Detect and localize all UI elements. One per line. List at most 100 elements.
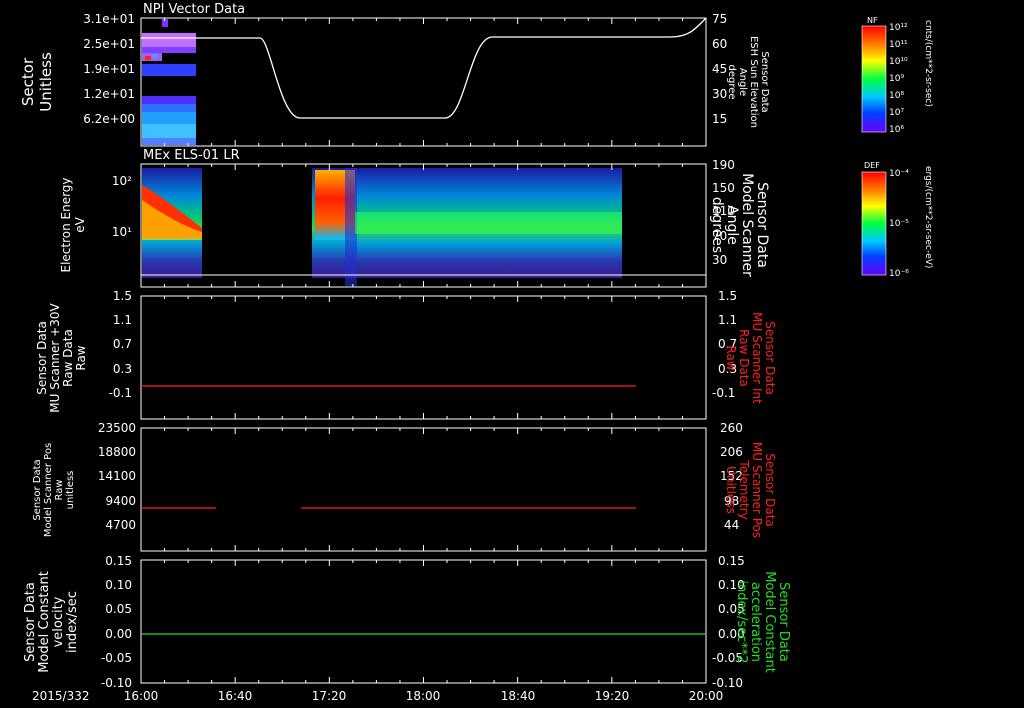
y2-tick-label: 206: [720, 445, 743, 459]
npi-heatmap-cell: [142, 124, 196, 138]
npi-heatmap-cell: [142, 33, 196, 47]
panel-1-y2ticks: 75 60 45 30 15: [712, 12, 727, 126]
panel-5-frame: [140, 559, 707, 684]
y-tick-label: 6.2e+00: [83, 112, 135, 126]
colorbar-tick: 10⁻⁶: [889, 269, 909, 279]
y2label-line: Sensor Data: [763, 453, 777, 527]
panel-3-frame: [140, 295, 707, 420]
ylabel-line: Sensor Data: [23, 582, 38, 662]
colorbar-def-unit: ergs/(cm**2-sr-sec-eV): [923, 166, 933, 268]
panel-1-title: NPI Vector Data: [143, 2, 245, 17]
ylabel-line: Sensor Data: [32, 459, 43, 520]
y2label-line: MU Scanner Pos: [750, 442, 764, 538]
y2-tick-label: 30: [712, 87, 727, 101]
ylabel-line: index/sec: [65, 591, 80, 653]
y2-tick-label: -0.1: [712, 386, 735, 400]
time-tick-label: 18:00: [406, 689, 441, 703]
panel-2-ylabel: Electron Energy eV: [59, 177, 87, 272]
ylabel-line: unitless: [65, 471, 76, 510]
npi-heatmap-cell: [142, 96, 196, 104]
panel-1-yticks: 3.1e+01 2.5e+01 1.9e+01 1.2e+01 6.2e+00: [83, 12, 135, 126]
npi-heatmap-cell: [142, 47, 196, 53]
y2-tick-label: 60: [712, 37, 727, 51]
npi-heatmap-cell: [142, 112, 196, 124]
panel-5-y2label: Sensor Data Model Constant acceleration …: [734, 571, 791, 673]
y2label-line: Sensor Data: [776, 582, 791, 662]
y2label-line: Sensor Data: [759, 51, 770, 112]
time-series-figure: NPI Vector Data 3.1e+01 2.5e+01 1.9e+01 …: [19, 2, 933, 703]
y2-tick-label: -0.10: [712, 676, 743, 690]
ylabel-line: eV: [73, 216, 87, 232]
panel-2-yticks: 10² 10¹: [112, 174, 132, 239]
y-tick-label: 0.00: [105, 627, 132, 641]
colorbar-nf-tag: NF: [867, 16, 878, 25]
els-spectrogram: [142, 168, 622, 286]
y2-tick-label: 1.5: [718, 289, 737, 303]
y2-tick-label: 0.15: [718, 554, 745, 568]
y2label-line: Raw: [724, 345, 738, 370]
time-tick-label: 16:00: [124, 689, 159, 703]
y2-tick-label: 75: [712, 12, 727, 26]
y-tick-label: 0.10: [105, 578, 132, 592]
date-label: 2015/332: [32, 689, 90, 703]
npi-heatmap-cell: [152, 54, 157, 58]
ylabel-line: velocity: [51, 596, 66, 647]
panel-4-frame: [140, 427, 707, 552]
y2-tick-label: 150: [712, 181, 735, 195]
panel-4-yticks: 23500 18800 14100 9400 4700: [98, 421, 136, 532]
ylabel-line: Unitless: [37, 52, 55, 112]
y2label-line: Sensor Data: [754, 182, 770, 268]
colorbar-def: DEF 10⁻⁴ 10⁻⁵ 10⁻⁶ ergs/(cm**2-sr-sec-eV…: [861, 161, 933, 279]
time-tick-label: 17:20: [312, 689, 347, 703]
els-band-core: [355, 212, 622, 234]
ylabel-line: Raw Data: [61, 329, 75, 387]
ylabel-line: Sensor Data: [35, 321, 49, 395]
colorbar-nf-gradient: [861, 25, 887, 133]
ylabel-line: Model Scanner Pos: [43, 443, 54, 537]
y2label-line: Telemetry: [737, 459, 751, 519]
npi-heatmap-cell: [145, 56, 151, 60]
y2label-line: degrees: [709, 197, 725, 253]
panel-5-ylabel: Sensor Data Model Constant velocity inde…: [23, 571, 80, 673]
panel-4-ylabel: Sensor Data Model Scanner Pos Raw unitle…: [32, 443, 76, 537]
colorbar-nf-unit: cnts/(cm**2-sr-sec): [923, 20, 933, 107]
ylabel-line: MU Scanner +30V: [48, 303, 62, 413]
ylabel-line: Sector: [19, 57, 37, 106]
y-tick-label: 23500: [98, 421, 136, 435]
panel-mex-els: MEx ELS-01 LR 10² 10¹ 190 150 110 70 30 …: [59, 148, 770, 288]
colorbar-tick: 10⁶: [889, 125, 904, 135]
y-tick-label: 0.3: [113, 362, 132, 376]
y2label-line: Model Constant: [762, 571, 777, 673]
y2label-line: Angle: [724, 205, 740, 245]
panel-model-constant: 0.15 0.10 0.05 0.00 -0.05 -0.10 0.15 0.1…: [23, 554, 791, 690]
y2-tick-label: 190: [712, 158, 735, 172]
time-axis: 2015/332 16:00 16:40 17:20 18:00 18:40 1…: [32, 689, 723, 703]
y2label-line: acceleration: [748, 582, 763, 662]
y2label-line: degree: [726, 64, 737, 99]
y-tick-label: -0.10: [101, 676, 132, 690]
npi-heatmap-cell: [142, 104, 196, 112]
y-tick-label: 0.7: [113, 337, 132, 351]
panel-5-yticks: 0.15 0.10 0.05 0.00 -0.05 -0.10: [101, 554, 132, 690]
panel-1-y2label: Sensor Data ESH Sun Elevation Angle degr…: [726, 36, 770, 128]
y-tick-label: 4700: [105, 518, 136, 532]
y-tick-label: 10¹: [112, 225, 132, 239]
y2label-line: index/sec**2: [734, 580, 749, 663]
y2label-line: Model Scanner: [739, 173, 755, 277]
y2label-line: Angle: [737, 68, 748, 96]
y-tick-label: 1.9e+01: [83, 62, 135, 76]
y2label-line: Unitless: [724, 466, 738, 514]
y-tick-label: 0.05: [105, 602, 132, 616]
colorbar-tick: 10⁷: [889, 108, 904, 118]
time-tick-label: 20:00: [689, 689, 724, 703]
time-tick-label: 19:20: [595, 689, 630, 703]
y-tick-label: -0.05: [101, 651, 132, 665]
colorbar-tick: 10¹⁰: [889, 57, 908, 67]
y-tick-label: 10²: [112, 174, 132, 188]
y-tick-label: -0.1: [109, 386, 132, 400]
panel-3-ylabel: Sensor Data MU Scanner +30V Raw Data Raw: [35, 303, 88, 413]
panel-mu-scanner-raw: 1.5 1.1 0.7 0.3 -0.1 1.5 1.1 0.7 0.3 -0.…: [35, 289, 777, 420]
npi-heatmap-cell: [142, 64, 196, 76]
y2-tick-label: 44: [724, 518, 739, 532]
panel-scanner-position: 23500 18800 14100 9400 4700 260 206 152 …: [32, 421, 777, 552]
